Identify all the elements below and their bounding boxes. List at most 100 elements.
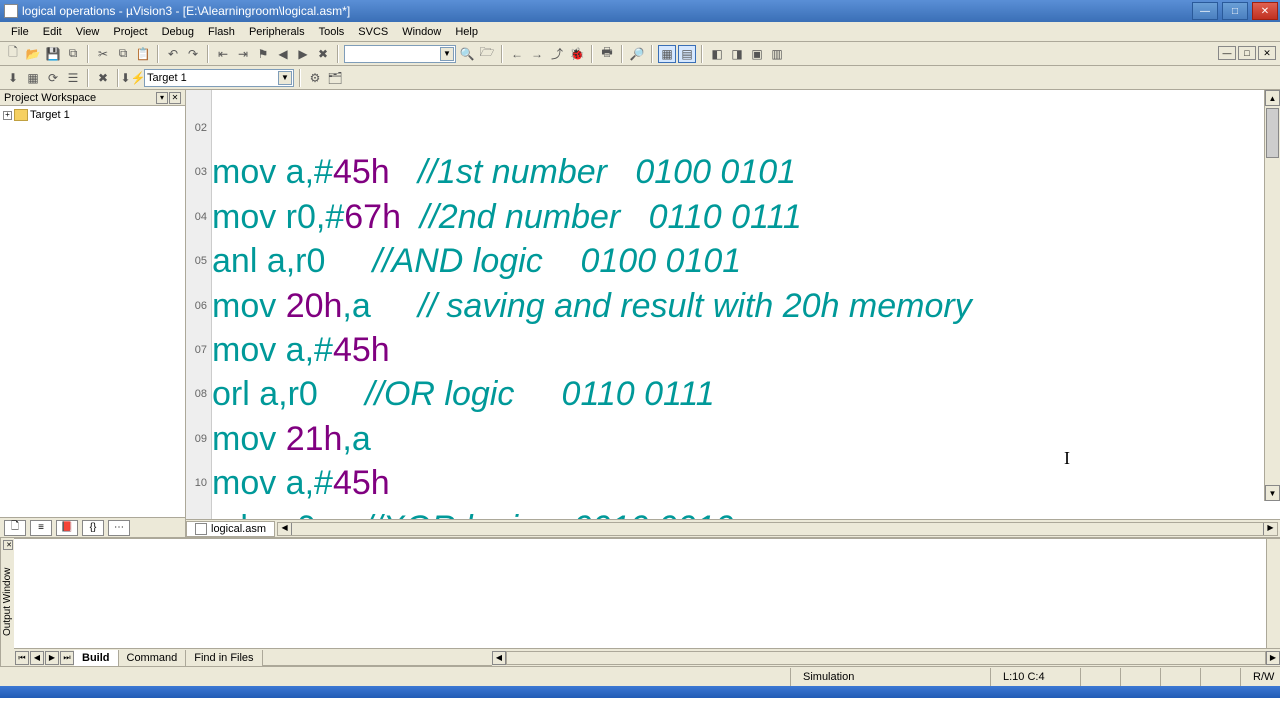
bookmark-next-icon[interactable]: ▶ (294, 45, 312, 63)
workspace-tab-regs-icon[interactable]: ≡ (30, 520, 52, 536)
open-file-icon[interactable]: 📂 (24, 45, 42, 63)
expand-icon[interactable]: + (3, 111, 12, 120)
output-tab-last-icon[interactable]: ⏭ (60, 651, 74, 665)
target-combo-value: Target 1 (147, 72, 187, 84)
menu-flash[interactable]: Flash (201, 24, 242, 40)
scroll-thumb[interactable] (1266, 108, 1279, 158)
tool2-icon[interactable]: ◨ (728, 45, 746, 63)
options-icon[interactable]: ⚙ (306, 69, 324, 87)
output-hscroll-right-icon[interactable]: ▶ (1266, 651, 1280, 665)
output-tab-command[interactable]: Command (119, 650, 187, 666)
workspace-dropdown-icon[interactable]: ▾ (156, 92, 168, 104)
mdi-minimize-button[interactable]: — (1218, 46, 1236, 60)
copy-icon[interactable]: ⧉ (114, 45, 132, 63)
output-tab-prev-icon[interactable]: ◀ (30, 651, 44, 665)
indent-right-icon[interactable]: ⇥ (234, 45, 252, 63)
nav-forward-icon[interactable]: → (528, 45, 546, 63)
nav-back-icon[interactable]: ← (508, 45, 526, 63)
output-tab-first-icon[interactable]: ⏮ (15, 651, 29, 665)
bookmark-clear-icon[interactable]: ✖ (314, 45, 332, 63)
stop-build-icon[interactable]: ✖ (94, 69, 112, 87)
output-tab-build[interactable]: Build (74, 650, 119, 666)
scroll-down-icon[interactable]: ▼ (1265, 485, 1280, 501)
minimize-button[interactable]: — (1192, 2, 1218, 20)
code-editor[interactable]: mov a,#45h //1st number 0100 0101mov r0,… (212, 90, 1280, 519)
output-vertical-scrollbar[interactable] (1266, 539, 1280, 648)
bookmark-icon[interactable]: ⚑ (254, 45, 272, 63)
save-icon[interactable]: 💾 (44, 45, 62, 63)
output-hscroll-left-icon[interactable]: ◀ (492, 651, 506, 665)
os-taskbar (0, 686, 1280, 698)
project-tree[interactable]: + Target 1 (0, 106, 185, 517)
output-close-icon[interactable]: ✕ (3, 540, 13, 550)
maximize-button[interactable]: □ (1222, 2, 1248, 20)
build-icon[interactable]: ▦ (24, 69, 42, 87)
output-window: Output Window ✕ ⏮ ◀ ▶ ⏭ Build Command Fi… (0, 538, 1280, 666)
menu-svcs[interactable]: SVCS (351, 24, 395, 40)
undo-icon[interactable]: ↶ (164, 45, 182, 63)
editor-vertical-scrollbar[interactable]: ▲ ▼ (1264, 90, 1280, 501)
menu-peripherals[interactable]: Peripherals (242, 24, 312, 40)
indent-left-icon[interactable]: ⇤ (214, 45, 232, 63)
menu-debug[interactable]: Debug (155, 24, 201, 40)
menu-project[interactable]: Project (106, 24, 154, 40)
status-num (1120, 668, 1160, 686)
redo-icon[interactable]: ↷ (184, 45, 202, 63)
menu-file[interactable]: File (4, 24, 36, 40)
window-cascade-icon[interactable]: ▤ (678, 45, 696, 63)
workspace-title-bar: Project Workspace ▾ ✕ (0, 90, 185, 106)
title-bar: logical operations - µVision3 - [E:\Alea… (0, 0, 1280, 22)
output-tabs: ⏮ ◀ ▶ ⏭ Build Command Find in Files ◀ ▶ (14, 648, 1280, 666)
document-icon (195, 523, 207, 535)
menu-view[interactable]: View (69, 24, 107, 40)
tool3-icon[interactable]: ▣ (748, 45, 766, 63)
output-horizontal-scrollbar[interactable] (506, 651, 1266, 665)
workspace-tab-templates-icon[interactable]: ⋯ (108, 520, 130, 536)
cut-icon[interactable]: ✂ (94, 45, 112, 63)
tool4-icon[interactable]: ▥ (768, 45, 786, 63)
batch-build-icon[interactable]: ☰ (64, 69, 82, 87)
translate-icon[interactable]: ⬇ (4, 69, 22, 87)
find-icon[interactable]: 🔍 (458, 45, 476, 63)
scroll-up-icon[interactable]: ▲ (1265, 90, 1280, 106)
find-combo[interactable]: ▼ (344, 45, 456, 63)
menu-tools[interactable]: Tools (312, 24, 352, 40)
menu-window[interactable]: Window (395, 24, 448, 40)
menu-help[interactable]: Help (448, 24, 485, 40)
tree-root-label: Target 1 (30, 109, 70, 121)
workspace-close-icon[interactable]: ✕ (169, 92, 181, 104)
editor-horizontal-scrollbar[interactable]: ◀ ▶ (277, 522, 1278, 536)
menu-edit[interactable]: Edit (36, 24, 69, 40)
find-in-files-icon[interactable]: 🗁 (478, 45, 496, 63)
debug-icon[interactable]: 🐞 (568, 45, 586, 63)
close-button[interactable]: ✕ (1252, 2, 1278, 20)
output-text-area[interactable] (14, 538, 1280, 648)
download-icon[interactable]: ⬇⚡ (124, 69, 142, 87)
menu-bar: File Edit View Project Debug Flash Perip… (0, 22, 1280, 42)
main-area: Project Workspace ▾ ✕ + Target 1 🗋 ≡ 📕 {… (0, 90, 1280, 538)
tool1-icon[interactable]: ◧ (708, 45, 726, 63)
nav-up-icon[interactable]: ⤴ (548, 45, 566, 63)
workspace-tab-functions-icon[interactable]: {} (82, 520, 104, 536)
rebuild-icon[interactable]: ⟳ (44, 69, 62, 87)
paste-icon[interactable]: 📋 (134, 45, 152, 63)
window-tile-icon[interactable]: ▦ (658, 45, 676, 63)
zoom-icon[interactable]: 🔎 (628, 45, 646, 63)
output-tab-find[interactable]: Find in Files (186, 650, 262, 666)
mdi-close-button[interactable]: ✕ (1258, 46, 1276, 60)
workspace-tab-files-icon[interactable]: 🗋 (4, 520, 26, 536)
manage-icon[interactable]: 🗂 (326, 69, 344, 87)
target-combo[interactable]: Target 1 ▼ (144, 69, 294, 87)
save-all-icon[interactable]: ⧉ (64, 45, 82, 63)
output-tab-next-icon[interactable]: ▶ (45, 651, 59, 665)
status-cap (1080, 668, 1120, 686)
tree-root-item[interactable]: + Target 1 (2, 108, 183, 122)
print-icon[interactable]: 🖶 (598, 45, 616, 63)
status-scrl (1160, 668, 1200, 686)
mdi-restore-button[interactable]: □ (1238, 46, 1256, 60)
workspace-tab-books-icon[interactable]: 📕 (56, 520, 78, 536)
bookmark-prev-icon[interactable]: ◀ (274, 45, 292, 63)
window-buttons: — □ ✕ (1190, 0, 1280, 22)
editor-file-tab[interactable]: logical.asm (186, 521, 275, 537)
new-file-icon[interactable]: 🗋 (4, 45, 22, 63)
